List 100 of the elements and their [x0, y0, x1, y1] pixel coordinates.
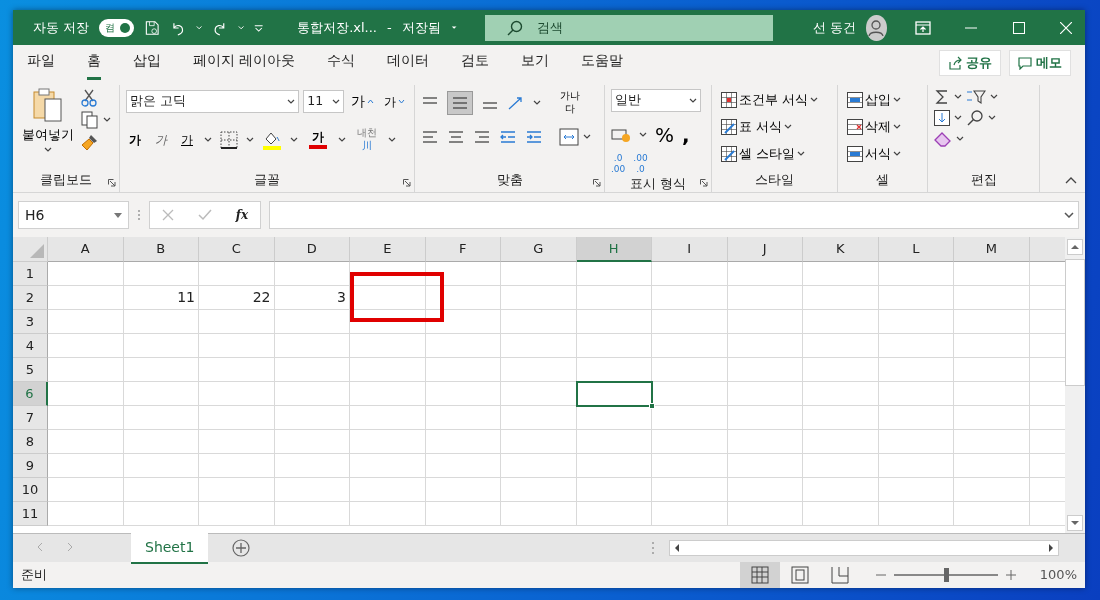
currency-icon[interactable] [611, 127, 631, 143]
fill-handle[interactable] [649, 403, 655, 409]
decrease-decimal-button[interactable]: .00 .0 [633, 154, 648, 174]
add-sheet-icon[interactable] [232, 539, 251, 557]
autosave-toggle[interactable]: 켬 [99, 18, 135, 37]
normal-view-icon[interactable] [750, 566, 769, 584]
drag-handle-icon[interactable] [651, 541, 655, 555]
zoom-level[interactable]: 100% [1039, 565, 1077, 585]
insert-function-button[interactable]: fx [235, 206, 249, 224]
search-icon[interactable] [966, 109, 984, 127]
customize-icon[interactable] [253, 22, 264, 33]
formula-input[interactable] [269, 201, 1079, 229]
collapse-ribbon-icon[interactable] [1065, 176, 1077, 184]
grow-font-button[interactable]: 가 [348, 89, 377, 114]
column-header[interactable]: H [576, 237, 652, 262]
dialog-launcher-icon[interactable] [403, 179, 411, 187]
row-header[interactable]: 5 [13, 358, 48, 382]
font-color-button[interactable]: 가 [306, 128, 330, 151]
row-header[interactable]: 11 [13, 502, 48, 526]
number-format-field[interactable]: 일반 [611, 89, 701, 112]
underline-button[interactable]: 가 [178, 128, 196, 151]
column-header[interactable]: J [727, 237, 803, 262]
column-header[interactable]: G [501, 237, 577, 262]
dialog-launcher-icon[interactable] [108, 179, 116, 187]
column-header[interactable]: D [274, 237, 350, 262]
row-header[interactable]: 7 [13, 406, 48, 430]
comments-button[interactable]: 메모 [1009, 50, 1071, 76]
row-header[interactable]: 8 [13, 430, 48, 454]
scissors-icon[interactable] [81, 89, 97, 107]
menu-tab[interactable]: 파일 [27, 46, 55, 80]
fill-down-icon[interactable] [934, 110, 950, 126]
scroll-up-icon[interactable] [1067, 239, 1083, 255]
page-layout-icon[interactable] [790, 566, 809, 584]
merge-cells-icon[interactable] [559, 128, 579, 146]
scroll-down-icon[interactable] [1067, 515, 1083, 531]
menu-tab[interactable]: 수식 [327, 46, 356, 80]
row-header[interactable]: 6 [13, 382, 48, 406]
filter-icon[interactable] [966, 89, 986, 105]
eraser-icon[interactable] [934, 131, 952, 147]
column-header[interactable]: I [652, 237, 728, 262]
font-name-field[interactable]: 맑은 고딕 [126, 90, 300, 113]
styles-button[interactable]: 표 서식 [718, 115, 831, 139]
column-header[interactable]: L [878, 237, 954, 262]
increase-decimal-button[interactable]: .0 .00 [611, 154, 626, 174]
menu-tab[interactable]: 도움말 [581, 46, 624, 80]
caret-icon[interactable] [195, 24, 202, 31]
search-field[interactable]: 검색 [485, 14, 773, 41]
orientation-icon[interactable] [507, 94, 525, 111]
paintbrush-icon[interactable] [81, 133, 99, 151]
comma-button[interactable]: , [682, 120, 690, 150]
share-button[interactable]: 공유 [939, 50, 1001, 76]
ribbon-display-icon[interactable] [915, 20, 932, 35]
increase-indent-icon[interactable] [525, 128, 543, 146]
align-center-icon[interactable] [447, 128, 465, 146]
row-header[interactable]: 3 [13, 310, 48, 334]
column-header[interactable]: C [199, 237, 275, 262]
check-icon[interactable] [197, 209, 212, 221]
bold-button[interactable]: 가 [126, 128, 144, 151]
decrease-indent-icon[interactable] [499, 128, 517, 146]
sum-icon[interactable] [934, 89, 950, 105]
row-header[interactable]: 10 [13, 478, 48, 502]
close-icon[interactable] [1060, 21, 1073, 34]
caret-icon[interactable] [450, 24, 457, 31]
italic-button[interactable]: 가 [152, 128, 170, 151]
column-header[interactable]: F [425, 237, 501, 262]
column-header[interactable]: B [123, 237, 199, 262]
align-left-icon[interactable] [421, 128, 439, 146]
menu-tab[interactable]: 데이터 [387, 46, 430, 80]
column-header[interactable]: A [48, 237, 124, 262]
shrink-font-button[interactable]: 가 [381, 90, 408, 113]
font-size-field[interactable]: 11 [303, 90, 344, 113]
avatar-icon[interactable] [866, 14, 887, 41]
column-header[interactable]: K [803, 237, 879, 262]
active-cell[interactable] [576, 382, 652, 406]
zoom-in-icon[interactable] [1005, 570, 1016, 580]
paste-button[interactable]: 붙여넣기 [19, 85, 77, 147]
minimize-icon[interactable] [964, 26, 977, 29]
menu-tab[interactable]: 홈 [87, 46, 101, 80]
row-header[interactable]: 2 [13, 286, 48, 310]
align-right-icon[interactable] [473, 128, 491, 146]
phonetic-button[interactable]: 내천 川 [354, 126, 380, 153]
name-box[interactable]: H6 [18, 201, 129, 229]
menu-tab[interactable]: 검토 [461, 46, 490, 80]
page-break-icon[interactable] [830, 566, 849, 584]
percent-button[interactable]: % [655, 120, 674, 150]
drag-handle-icon[interactable] [137, 209, 141, 221]
menu-tab[interactable]: 삽입 [133, 46, 161, 80]
styles-button[interactable]: 셀 스타일 [718, 142, 831, 166]
cells-button[interactable]: 삭제 [844, 115, 921, 139]
styles-button[interactable]: 조건부 서식 [718, 89, 831, 112]
sheet-tab[interactable]: Sheet1 [131, 533, 209, 564]
maximize-icon[interactable] [1012, 21, 1025, 34]
row-header[interactable]: 9 [13, 454, 48, 478]
caret-icon[interactable] [237, 24, 244, 31]
borders-icon[interactable] [220, 130, 238, 149]
scrollbar-thumb[interactable] [1065, 259, 1085, 386]
horizontal-scrollbar[interactable] [669, 540, 1059, 556]
cells-button[interactable]: 삽입 [844, 89, 921, 112]
column-header[interactable]: M [954, 237, 1030, 262]
menu-tab[interactable]: 보기 [521, 46, 550, 80]
